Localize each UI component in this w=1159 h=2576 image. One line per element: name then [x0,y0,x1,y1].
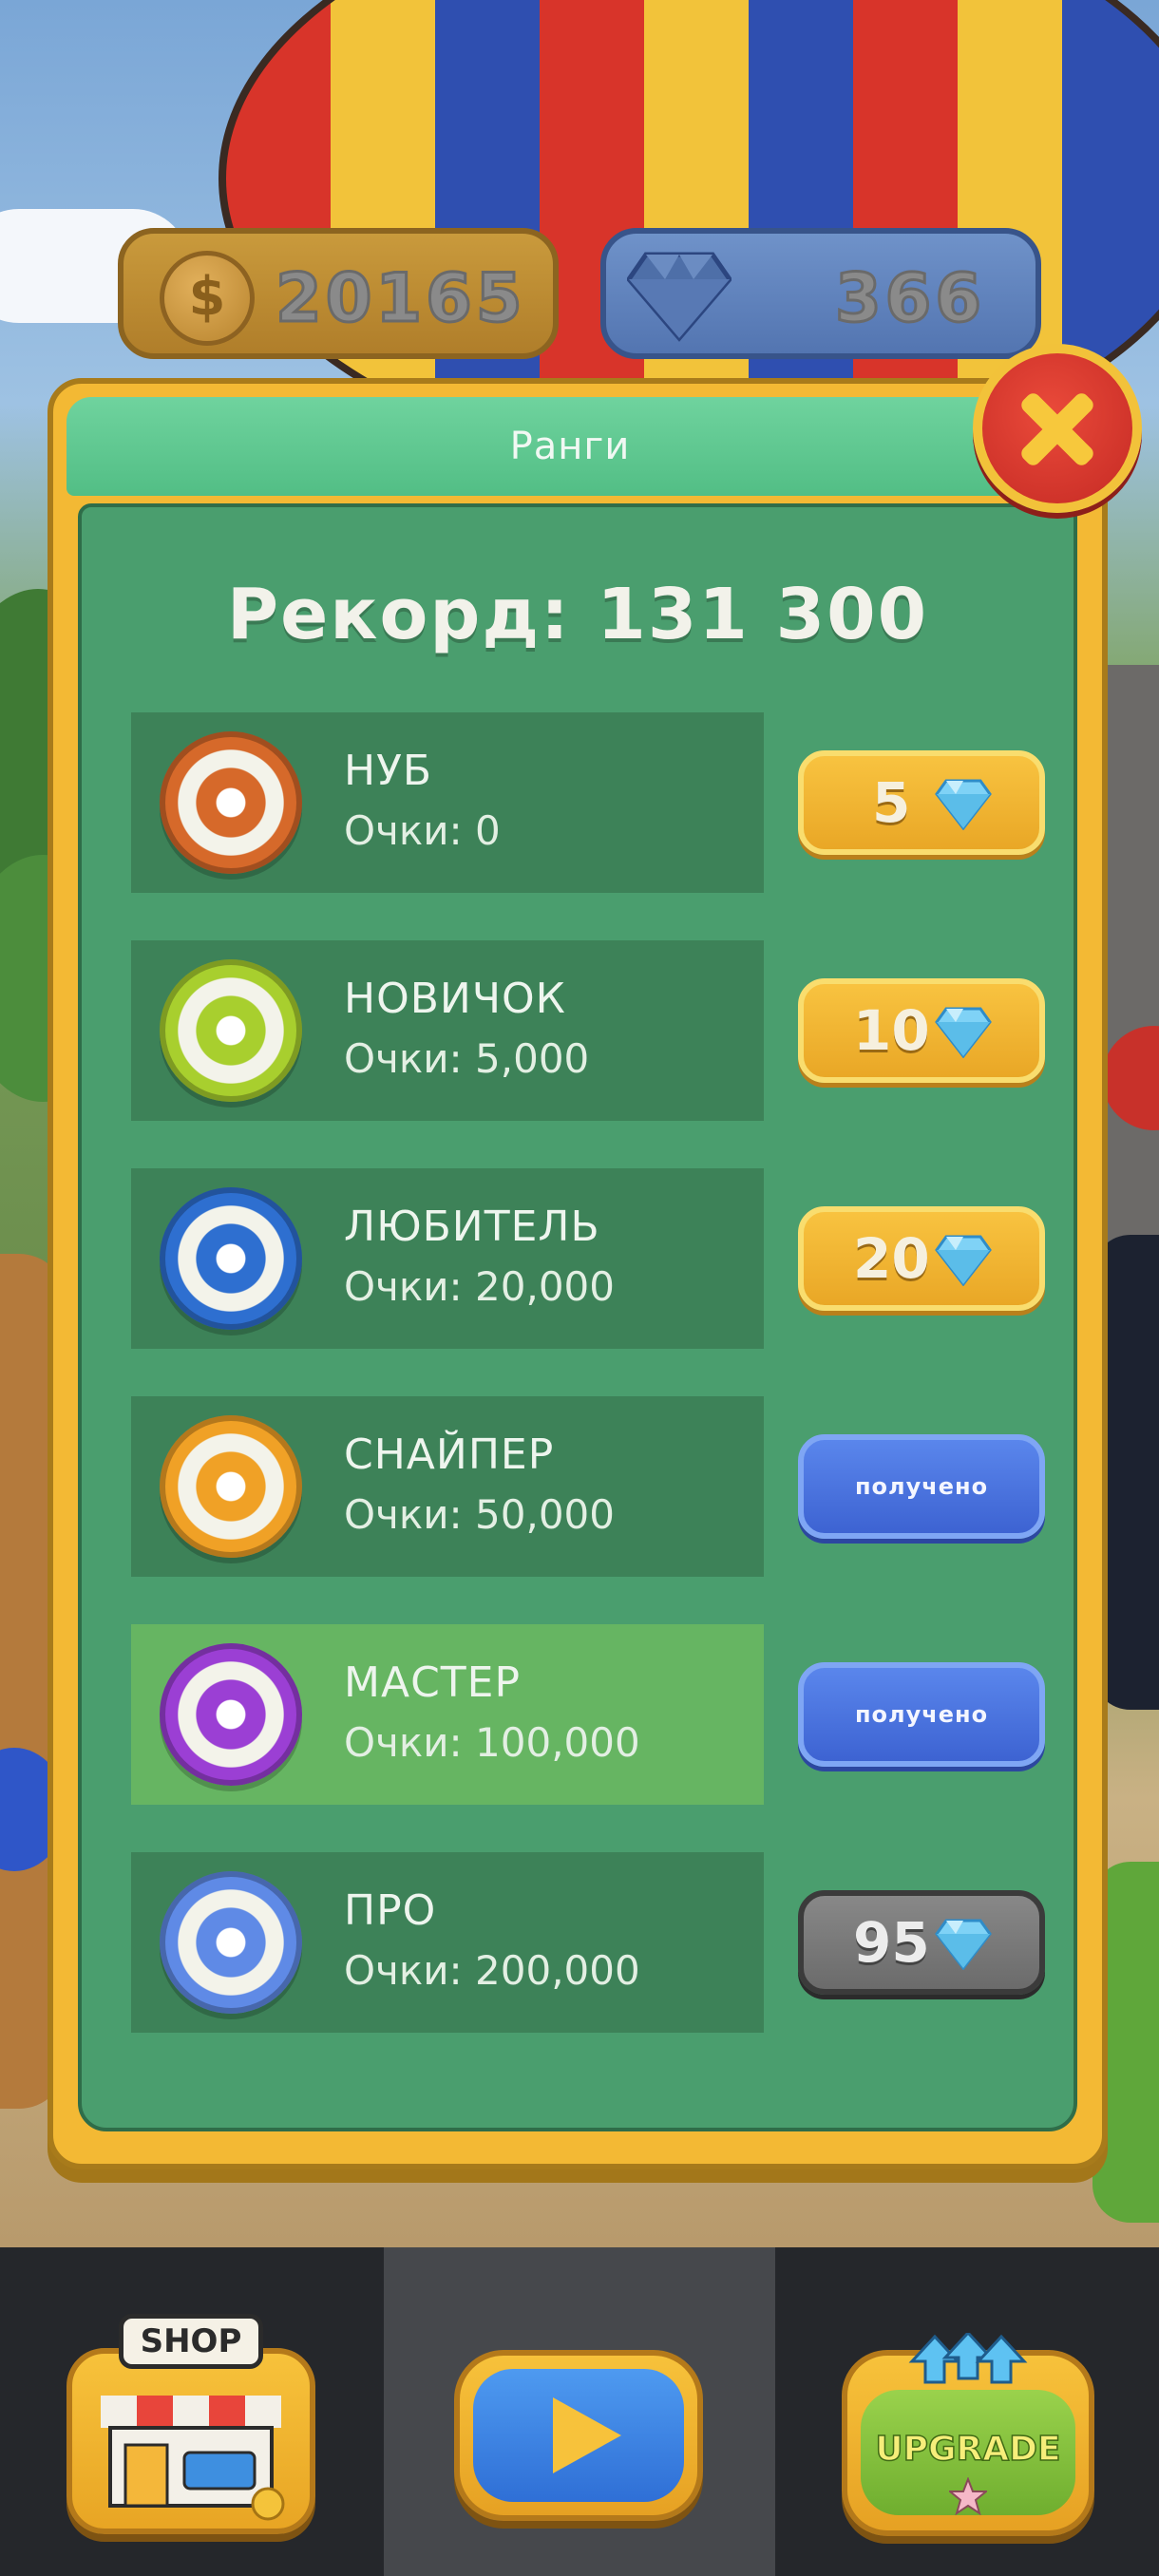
rank-badge-icon [160,1643,302,1786]
rank-name: ЛЮБИТЕЛЬ [344,1203,600,1251]
reward-amount: 5 [872,770,911,835]
close-button[interactable] [973,344,1142,513]
rank-badge-icon [160,959,302,1102]
diamond-icon [935,1917,992,1971]
reward-amount: 20 [853,1226,930,1291]
upgrade-label: UPGRADE [875,2429,1062,2470]
diamond-icon [627,252,732,342]
rank-name: МАСТЕР [344,1658,521,1707]
rank-row: СНАЙПЕР Очки: 50,000 [131,1396,764,1577]
rank-name: НУБ [344,747,433,795]
gems-counter: 366 [600,228,1041,359]
rank-row: НОВИЧОК Очки: 5,000 [131,940,764,1121]
claim-reward-button[interactable]: 95 [798,1890,1045,1995]
bottom-nav: SHOP UPGRADE [0,2247,1159,2576]
dialog-title: Ранги [66,397,1074,496]
claim-reward-button[interactable]: 20 [798,1206,1045,1311]
rank-points: Очки: 20,000 [344,1263,615,1310]
rank-row: МАСТЕР Очки: 100,000 [131,1624,764,1805]
rank-name: НОВИЧОК [344,975,566,1023]
star-icon [949,2477,987,2515]
rank-row: ПРО Очки: 200,000 [131,1852,764,2033]
dollar-coin-icon: $ [160,251,255,346]
shop-icon [101,2396,285,2521]
record-score: Рекорд: 131 300 [226,574,929,655]
diamond-icon [935,1233,992,1287]
rank-badge-icon [160,731,302,874]
play-icon [553,2397,621,2473]
gems-value: 366 [833,258,986,339]
upgrade-button[interactable]: UPGRADE [842,2333,1094,2536]
rank-name: ПРО [344,1886,437,1935]
coins-counter: $ 20165 [118,228,559,359]
claim-reward-button[interactable]: 10 [798,978,1045,1083]
received-button[interactable]: получено [798,1434,1045,1539]
rank-badge-icon [160,1871,302,2014]
diamond-icon [935,1005,992,1059]
claim-reward-button[interactable]: 5 [798,750,1045,855]
play-button[interactable] [454,2350,703,2521]
rank-name: СНАЙПЕР [344,1430,555,1479]
rank-badge-icon [160,1415,302,1558]
received-button[interactable]: получено [798,1662,1045,1767]
coins-value: 20165 [275,258,526,339]
rank-row: ЛЮБИТЕЛЬ Очки: 20,000 [131,1168,764,1349]
rank-points: Очки: 5,000 [344,1035,590,1082]
rank-points: Очки: 200,000 [344,1947,640,1994]
reward-amount: 10 [853,998,930,1063]
rank-points: Очки: 0 [344,807,501,854]
diamond-icon [935,777,992,831]
rank-row: НУБ Очки: 0 [131,712,764,893]
reward-amount: 95 [853,1910,930,1975]
rank-points: Очки: 50,000 [344,1491,615,1538]
shop-button[interactable]: SHOP [66,2314,315,2534]
rank-badge-icon [160,1187,302,1330]
rank-points: Очки: 100,000 [344,1719,640,1766]
upgrade-arrows-icon [908,2333,1028,2384]
